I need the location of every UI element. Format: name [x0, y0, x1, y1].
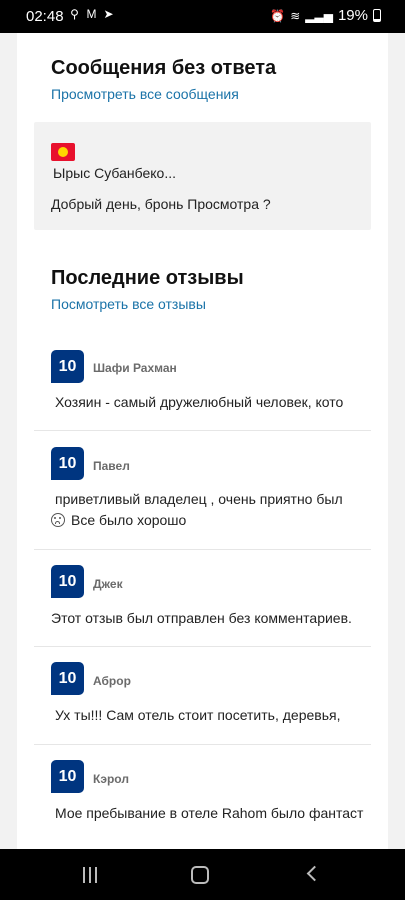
- message-item[interactable]: Ырыс Субанбеко... Добрый день, бронь Про…: [34, 122, 371, 230]
- home-icon[interactable]: [188, 863, 212, 887]
- review-text: Мое пребывание в отеле Rahom было фантас…: [55, 805, 364, 821]
- reviewer-name: Шафи Рахман: [93, 361, 177, 375]
- review-text: Хозяин - самый дружелюбный человек, кото: [55, 394, 344, 410]
- score-badge: 10: [51, 447, 84, 480]
- wifi-icon: ≋: [290, 8, 301, 23]
- view-all-reviews-link[interactable]: Посмотреть все отзывы: [51, 296, 206, 312]
- notification-icons: ⚲ M ➤: [68, 7, 115, 21]
- score-badge: 10: [51, 662, 84, 695]
- status-bar: 02:48 ⚲ M ➤ ⏰ ≋ ▂▃▅ 19%: [0, 0, 405, 33]
- review-text: Ух ты!!! Сам отель стоит посетить, дерев…: [55, 707, 341, 723]
- view-all-messages-link[interactable]: Просмотреть все сообщения: [51, 86, 239, 102]
- kyrgyzstan-flag-icon: [51, 143, 75, 161]
- review-item[interactable]: 10 Павел приветливый владелец , очень пр…: [34, 431, 371, 550]
- battery-icon: [373, 9, 381, 22]
- reviewer-name: Павел: [93, 459, 130, 473]
- reviewer-name: Аброр: [93, 674, 131, 688]
- score-badge: 10: [51, 350, 84, 383]
- status-time: 02:48: [26, 8, 64, 25]
- telegram-icon: ➤: [103, 7, 114, 21]
- review-negative-text: Все было хорошо: [71, 512, 187, 528]
- sad-face-icon: [51, 513, 65, 527]
- signal-icon: ▂▃▅: [305, 8, 333, 23]
- unanswered-title: Сообщения без ответа: [51, 57, 277, 79]
- dashboard-card: Сообщения без ответа Просмотреть все соо…: [17, 33, 388, 849]
- reviews-title: Последние отзывы: [51, 267, 244, 289]
- score-badge: 10: [51, 760, 84, 793]
- review-text: приветливый владелец , очень приятно был: [55, 491, 343, 507]
- page-content: Сообщения без ответа Просмотреть все соо…: [0, 33, 405, 849]
- reviewer-name: Кэрол: [93, 772, 129, 786]
- recent-apps-icon[interactable]: [78, 863, 102, 887]
- review-item[interactable]: 10 Джек Этот отзыв был отправлен без ком…: [34, 550, 371, 647]
- review-item[interactable]: 10 Шафи Рахман Хозяин - самый дружелюбны…: [34, 330, 371, 431]
- system-icons: ⏰ ≋ ▂▃▅ 19%: [270, 7, 381, 24]
- gmail-icon: M: [86, 7, 97, 21]
- message-preview: Добрый день, бронь Просмотра ?: [51, 196, 271, 212]
- review-text: Этот отзыв был отправлен без комментарие…: [51, 610, 352, 626]
- search-icon: ⚲: [70, 7, 79, 21]
- reviewer-name: Джек: [93, 577, 123, 591]
- battery-percent: 19%: [337, 7, 368, 24]
- back-icon[interactable]: [302, 863, 326, 887]
- review-subtext: Все было хорошо: [51, 512, 186, 528]
- message-sender: Ырыс Субанбеко...: [53, 165, 176, 181]
- alarm-icon: ⏰: [270, 8, 286, 23]
- navigation-bar: [0, 849, 405, 900]
- review-item[interactable]: 10 Аброр Ух ты!!! Сам отель стоит посети…: [34, 647, 371, 745]
- score-badge: 10: [51, 565, 84, 598]
- review-item[interactable]: 10 Кэрол Мое пребывание в отеле Rahom бы…: [34, 745, 371, 849]
